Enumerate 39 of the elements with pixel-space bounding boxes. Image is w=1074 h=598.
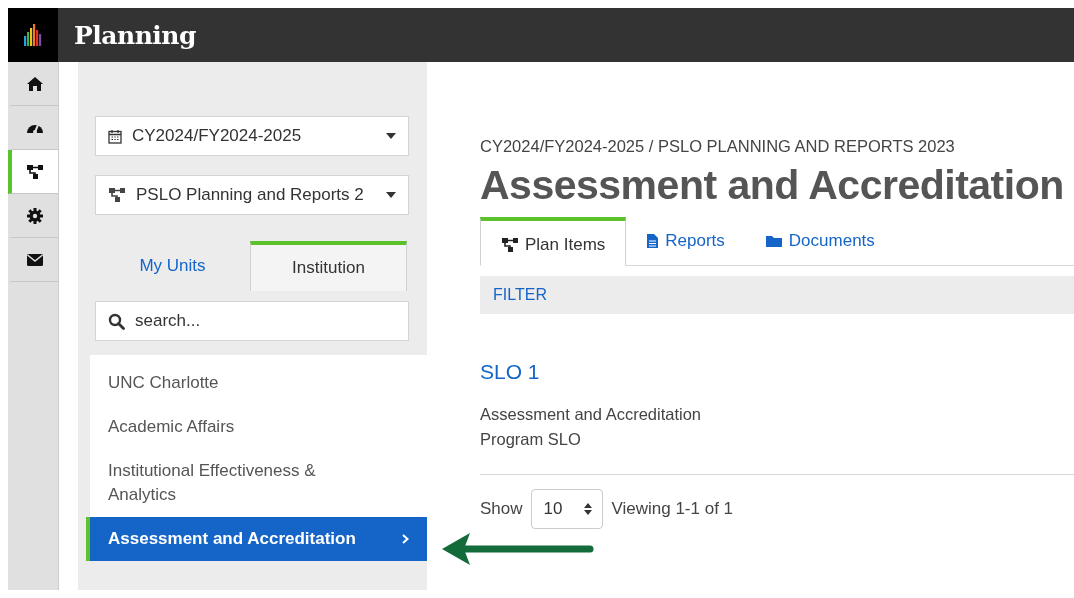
page-size-select[interactable]: 10 (530, 489, 604, 529)
tab[interactable]: Documents (744, 217, 895, 265)
page-heading: Assessment and Accreditation (480, 162, 1065, 209)
tab[interactable]: My Units (95, 241, 250, 291)
item-link[interactable]: SLO 1 (480, 360, 1074, 384)
mail-icon (26, 252, 44, 267)
logo-icon (24, 24, 42, 46)
plan-dropdown[interactable]: PSLO Planning and Reports 2 (95, 175, 409, 215)
rail-item[interactable] (8, 150, 58, 194)
sort-icon (584, 503, 593, 515)
item-text: Assessment and Accreditation (480, 404, 703, 425)
search-field[interactable]: search... (95, 301, 409, 341)
caret-icon (386, 133, 396, 139)
caret-icon (386, 192, 396, 198)
unit-item[interactable]: Assessment and Accreditation (86, 517, 427, 561)
document-icon (646, 233, 660, 249)
tab[interactable]: Institution (250, 241, 407, 291)
sitemap-icon (108, 187, 126, 203)
home-icon (26, 75, 44, 92)
sitemap-icon (26, 163, 44, 180)
app-title: Planning (73, 20, 196, 50)
unit-item[interactable]: UNC Charlotte (86, 361, 427, 405)
arrow-icon (440, 530, 596, 568)
chevron-icon (402, 534, 409, 544)
unit-item[interactable]: Institutional Effectiveness & Analytics (86, 449, 427, 517)
year-dropdown[interactable]: CY2024/FY2024-2025 (95, 116, 409, 156)
breadcrumb: CY2024/FY2024-2025 / PSLO PLANNING AND REPORTS 2023 (480, 137, 956, 156)
settings-icon (27, 207, 43, 224)
tab[interactable]: Reports (626, 217, 745, 265)
show-label: Show (480, 499, 523, 519)
tab[interactable]: Plan Items (480, 217, 627, 266)
search-icon (108, 313, 125, 330)
viewing-label: Viewing 1-1 of 1 (611, 499, 734, 519)
item-text: Program SLO (480, 429, 582, 450)
sitemap-icon (501, 237, 519, 253)
unit-item[interactable]: Academic Affairs (86, 405, 427, 449)
calendar-icon (108, 128, 122, 144)
folder-icon (764, 234, 783, 248)
filter-bar[interactable]: FILTER (480, 276, 1074, 314)
